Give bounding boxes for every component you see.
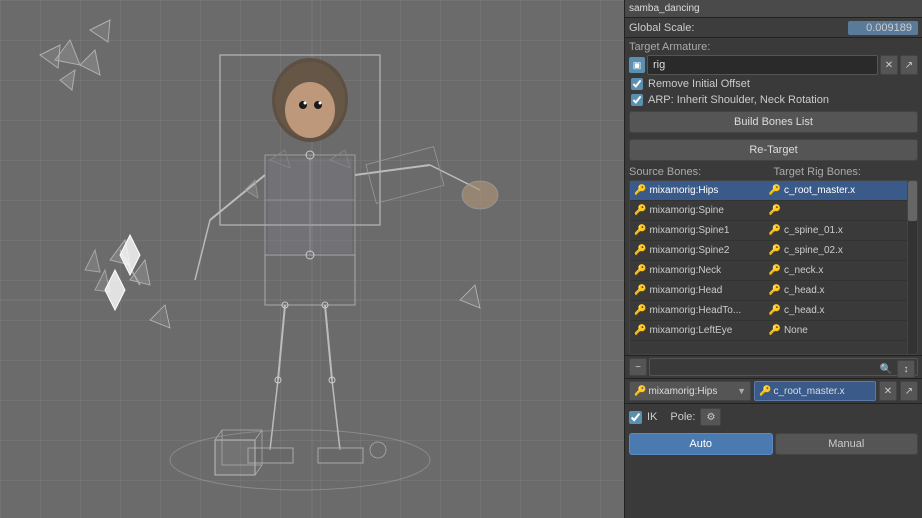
target-name-neck: c_neck.x bbox=[784, 265, 903, 276]
remove-bone-button[interactable]: − bbox=[629, 358, 647, 376]
search-icon-btn[interactable]: 🔍 bbox=[877, 360, 895, 378]
target-icon-spine1: 🔑 bbox=[769, 225, 781, 236]
source-mapping-field[interactable]: 🔑 mixamorig:Hips ▼ bbox=[629, 381, 751, 401]
target-name-spine1: c_spine_01.x bbox=[784, 225, 903, 236]
target-mapping-field[interactable]: 🔑 c_root_master.x bbox=[754, 381, 876, 401]
bone-row-spine[interactable]: 🔑 mixamorig:Spine 🔑 bbox=[630, 201, 907, 221]
bone-icon-neck: 🔑 bbox=[634, 265, 646, 276]
bones-scrollbar[interactable] bbox=[907, 181, 917, 354]
bones-header-row: Source Bones: Target Rig Bones: bbox=[625, 164, 922, 180]
target-name-head: c_head.x bbox=[784, 285, 903, 296]
target-name-headtop: c_head.x bbox=[784, 305, 903, 316]
bone-row-hips[interactable]: 🔑 mixamorig:Hips 🔑 c_root_master.x bbox=[630, 181, 907, 201]
arp-inherit-label: ARP: Inherit Shoulder, Neck Rotation bbox=[648, 94, 829, 106]
3d-viewport bbox=[0, 0, 624, 518]
animation-strip: samba_dancing bbox=[625, 0, 922, 18]
target-rig-label: Target Rig Bones: bbox=[774, 166, 919, 178]
ik-label: IK bbox=[647, 411, 657, 423]
bone-name-neck: mixamorig:Neck bbox=[649, 265, 768, 276]
target-icon-head: 🔑 bbox=[769, 285, 781, 296]
bone-icon-head: 🔑 bbox=[634, 285, 646, 296]
bones-list-container: 🔑 mixamorig:Hips 🔑 c_root_master.x 🔑 mix… bbox=[629, 180, 918, 355]
bone-row-head[interactable]: 🔑 mixamorig:Head 🔑 c_head.x bbox=[630, 281, 907, 301]
remove-offset-row: Remove Initial Offset bbox=[625, 76, 922, 92]
global-scale-row: Global Scale: 0.009189 bbox=[625, 18, 922, 38]
scrollbar-thumb bbox=[908, 181, 917, 221]
remove-offset-label: Remove Initial Offset bbox=[648, 78, 750, 90]
manual-button[interactable]: Manual bbox=[775, 433, 919, 455]
target-icon-headtop: 🔑 bbox=[769, 305, 781, 316]
bone-row-spine1[interactable]: 🔑 mixamorig:Spine1 🔑 c_spine_01.x bbox=[630, 221, 907, 241]
target-name-lefteye: None bbox=[784, 325, 903, 336]
bone-row-neck[interactable]: 🔑 mixamorig:Neck 🔑 c_neck.x bbox=[630, 261, 907, 281]
target-icon-spine2: 🔑 bbox=[769, 245, 781, 256]
rig-field-row: ▣ ✕ ↗ bbox=[625, 54, 922, 76]
bone-name-spine: mixamorig:Spine bbox=[649, 205, 768, 216]
bone-icon-headtop: 🔑 bbox=[634, 305, 646, 316]
source-bones-label: Source Bones: bbox=[629, 166, 774, 178]
target-mapping-value: c_root_master.x bbox=[773, 386, 844, 397]
ik-checkbox[interactable] bbox=[629, 411, 642, 424]
browse-rig-button[interactable]: ↗ bbox=[900, 55, 918, 75]
character-wireframe bbox=[0, 0, 624, 518]
source-bone-icon: 🔑 bbox=[634, 386, 646, 397]
animation-name: samba_dancing bbox=[629, 3, 700, 14]
bone-icon-spine2: 🔑 bbox=[634, 245, 646, 256]
bone-name-headtop: mixamorig:HeadTo... bbox=[649, 305, 768, 316]
arp-inherit-checkbox[interactable] bbox=[631, 94, 643, 106]
rig-input[interactable] bbox=[647, 55, 878, 75]
properties-panel: samba_dancing Global Scale: 0.009189 Tar… bbox=[624, 0, 922, 518]
retarget-button[interactable]: Re-Target bbox=[629, 139, 918, 161]
auto-manual-row: Auto Manual bbox=[629, 433, 918, 455]
arp-inherit-row: ARP: Inherit Shoulder, Neck Rotation bbox=[625, 92, 922, 108]
ik-row: IK Pole: ⚙ bbox=[629, 406, 918, 428]
target-icon-hips: 🔑 bbox=[769, 185, 781, 196]
target-bone-icon: 🔑 bbox=[759, 386, 771, 397]
global-scale-label: Global Scale: bbox=[629, 22, 848, 34]
bone-name-head: mixamorig:Head bbox=[649, 285, 768, 296]
remove-offset-checkbox[interactable] bbox=[631, 78, 643, 90]
bones-bottom-bar: − 🔍 ↕ bbox=[625, 355, 922, 378]
pole-label: Pole: bbox=[670, 411, 695, 423]
bone-name-hips: mixamorig:Hips bbox=[649, 185, 768, 196]
mapping-row: 🔑 mixamorig:Hips ▼ 🔑 c_root_master.x ✕ ↗ bbox=[625, 378, 922, 403]
bone-name-spine2: mixamorig:Spine2 bbox=[649, 245, 768, 256]
dropdown-arrow: ▼ bbox=[737, 386, 746, 396]
bone-row-lefteye[interactable]: 🔑 mixamorig:LeftEye 🔑 None bbox=[630, 321, 907, 341]
pole-icon: ⚙ bbox=[706, 412, 715, 423]
target-icon-spine: 🔑 bbox=[769, 205, 781, 216]
target-name-hips: c_root_master.x bbox=[784, 185, 903, 196]
build-bones-button[interactable]: Build Bones List bbox=[629, 111, 918, 133]
ik-section: IK Pole: ⚙ bbox=[625, 403, 922, 430]
sort-btn[interactable]: ↕ bbox=[897, 360, 915, 378]
bones-list: 🔑 mixamorig:Hips 🔑 c_root_master.x 🔑 mix… bbox=[630, 181, 907, 354]
bone-row-spine2[interactable]: 🔑 mixamorig:Spine2 🔑 c_spine_02.x bbox=[630, 241, 907, 261]
search-bar: 🔍 ↕ bbox=[649, 358, 918, 376]
target-armature-label: Target Armature: bbox=[625, 38, 922, 54]
rig-icon: ▣ bbox=[633, 60, 642, 71]
bone-name-spine1: mixamorig:Spine1 bbox=[649, 225, 768, 236]
source-mapping-value: mixamorig:Hips bbox=[648, 386, 717, 397]
bone-icon-hips: 🔑 bbox=[634, 185, 646, 196]
clear-mapping-button[interactable]: ✕ bbox=[879, 381, 897, 401]
bone-icon-spine1: 🔑 bbox=[634, 225, 646, 236]
clear-rig-button[interactable]: ✕ bbox=[880, 55, 898, 75]
target-name-spine2: c_spine_02.x bbox=[784, 245, 903, 256]
bone-icon-spine: 🔑 bbox=[634, 205, 646, 216]
pole-button[interactable]: ⚙ bbox=[700, 408, 721, 426]
target-icon-neck: 🔑 bbox=[769, 265, 781, 276]
bone-name-lefteye: mixamorig:LeftEye bbox=[649, 325, 768, 336]
bone-row-headtop[interactable]: 🔑 mixamorig:HeadTo... 🔑 c_head.x bbox=[630, 301, 907, 321]
target-icon-lefteye: 🔑 bbox=[769, 325, 781, 336]
global-scale-value[interactable]: 0.009189 bbox=[848, 21, 918, 35]
browse-mapping-button[interactable]: ↗ bbox=[900, 381, 918, 401]
auto-button[interactable]: Auto bbox=[629, 433, 773, 455]
bone-icon-lefteye: 🔑 bbox=[634, 325, 646, 336]
